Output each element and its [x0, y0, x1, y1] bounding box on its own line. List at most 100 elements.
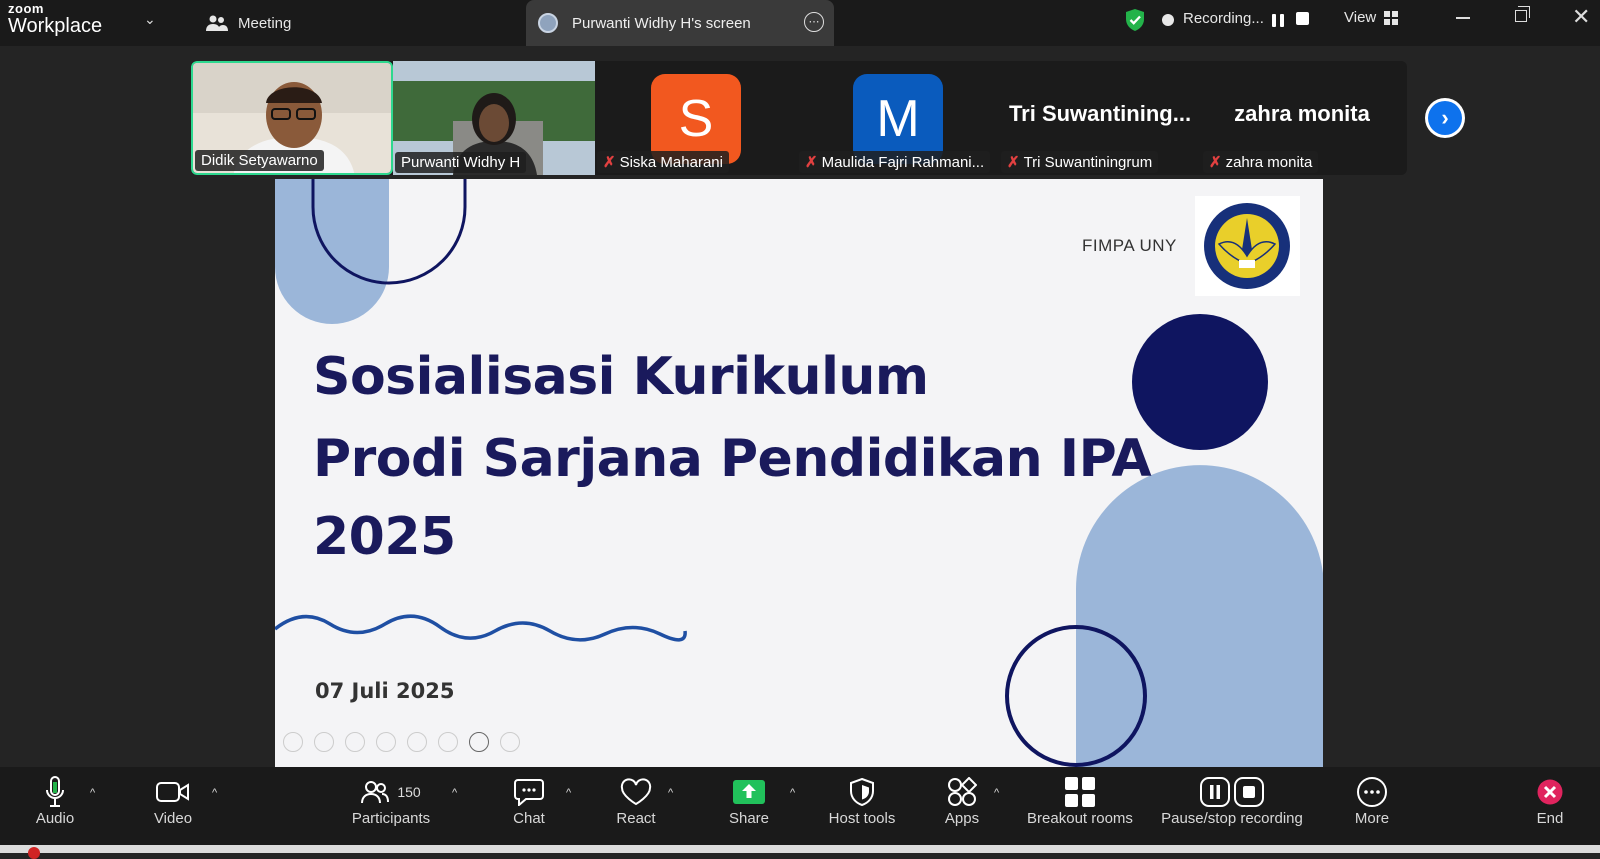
grid-view-icon: [1384, 10, 1399, 25]
close-window-icon[interactable]: ✕: [1572, 4, 1590, 30]
slideshow-controls: [283, 732, 520, 752]
participants-options-caret-icon[interactable]: ^: [452, 787, 457, 799]
taskbar-edge: [0, 845, 1600, 859]
shared-slide: FIMPA UNY Sosialisasi Kurikulum Prodi Sa…: [275, 179, 1323, 767]
apps-icon: [948, 777, 977, 806]
more-icon: [1357, 777, 1387, 807]
participant-tile[interactable]: Tri Suwantining... ✗ Tri Suwantiningrum: [999, 61, 1201, 175]
mic-muted-icon: ✗: [805, 154, 818, 171]
zoom-workplace-logo[interactable]: zoom Workplace: [8, 2, 102, 36]
shared-screen-tab-label: Purwanti Widhy H's screen: [572, 14, 751, 32]
participant-name: Didik Setyawarno: [195, 150, 324, 171]
microphone-icon: [46, 776, 64, 807]
participants-icon: [361, 781, 390, 804]
shield-icon: [850, 778, 874, 806]
chevron-down-icon[interactable]: ⌄: [144, 11, 156, 28]
participant-tile[interactable]: M ✗ Maulida Fajri Rahmani...: [797, 61, 999, 175]
breakout-rooms-button[interactable]: Breakout rooms: [1024, 775, 1136, 827]
restore-window-icon[interactable]: [1515, 6, 1530, 22]
chat-options-caret-icon[interactable]: ^: [566, 787, 571, 799]
recording-indicator-icon: [1162, 14, 1174, 26]
end-call-icon: [1537, 779, 1563, 805]
next-participants-button[interactable]: ›: [1425, 98, 1465, 138]
participant-tile[interactable]: zahra monita ✗ zahra monita: [1201, 61, 1403, 175]
view-button[interactable]: View: [1344, 9, 1399, 26]
taskbar-app-icon: [28, 847, 40, 859]
pause-stop-icon: [1200, 777, 1264, 807]
meeting-tab[interactable]: Meeting: [206, 10, 291, 36]
participant-strip: Didik Setyawarno Purwanti Widhy H S ✗ Sis…: [191, 61, 1407, 175]
more-options-icon[interactable]: ⋯: [804, 12, 824, 32]
host-tools-button[interactable]: Host tools: [824, 775, 900, 827]
university-logo: [1195, 196, 1300, 296]
video-camera-icon: [156, 782, 189, 802]
audio-label: Audio: [35, 810, 75, 827]
chat-button[interactable]: Chat: [507, 775, 551, 827]
video-options-caret-icon[interactable]: ^: [212, 787, 217, 799]
participant-tile[interactable]: S ✗ Siska Maharani: [595, 61, 797, 175]
react-options-caret-icon[interactable]: ^: [668, 787, 673, 799]
meeting-toolbar: Audio ^ Video ^ 150 Participants ^ Chat …: [0, 767, 1600, 845]
chevron-right-icon: ›: [1428, 101, 1462, 135]
zoom-slide-icon[interactable]: [407, 732, 427, 752]
participant-name: Purwanti Widhy H: [395, 152, 527, 173]
react-button[interactable]: React: [614, 775, 658, 827]
participants-label: Participants: [351, 810, 431, 827]
apps-button[interactable]: Apps: [942, 775, 982, 827]
mic-muted-icon: ✗: [1007, 154, 1020, 171]
host-tools-label: Host tools: [828, 810, 896, 827]
slide-title-line1: Sosialisasi Kurikulum: [313, 347, 929, 407]
audio-button[interactable]: Audio: [32, 775, 78, 827]
pen-icon[interactable]: [345, 732, 365, 752]
more-button[interactable]: More: [1352, 775, 1392, 827]
more-label: More: [1354, 810, 1390, 827]
share-button[interactable]: Share: [726, 775, 772, 827]
view-button-label: View: [1344, 9, 1377, 26]
apps-options-caret-icon[interactable]: ^: [994, 787, 999, 799]
slide-date: 07 Juli 2025: [315, 679, 455, 703]
participant-name: ✗ Maulida Fajri Rahmani...: [799, 151, 991, 173]
brand-bottom: Workplace: [8, 15, 103, 37]
end-meeting-button[interactable]: End: [1530, 775, 1570, 827]
slide-title-line2: Prodi Sarjana Pendidikan IPA: [313, 429, 1152, 489]
participant-tile[interactable]: Didik Setyawarno: [191, 61, 393, 175]
pause-stop-recording-label: Pause/stop recording: [1161, 810, 1303, 827]
video-button[interactable]: Video: [150, 775, 196, 827]
audio-options-caret-icon[interactable]: ^: [90, 787, 95, 799]
share-options-caret-icon[interactable]: ^: [790, 787, 795, 799]
participant-tile[interactable]: Purwanti Widhy H: [393, 61, 595, 175]
university-seal-icon: [1204, 203, 1290, 289]
camera-icon[interactable]: [469, 732, 489, 752]
breakout-rooms-icon: [1065, 777, 1095, 807]
participant-name: ✗ Tri Suwantiningrum: [1001, 151, 1159, 173]
heart-icon: [620, 778, 652, 806]
slides-grid-icon[interactable]: [376, 732, 396, 752]
stop-recording-icon[interactable]: [1296, 12, 1309, 25]
participant-name: ✗ Siska Maharani: [597, 151, 729, 173]
apps-label: Apps: [944, 810, 980, 827]
slide-title-line3: 2025: [313, 507, 456, 567]
sharer-avatar: [538, 13, 558, 33]
video-label: Video: [153, 810, 193, 827]
pause-recording-icon[interactable]: [1268, 10, 1288, 30]
participants-button[interactable]: 150 Participants: [346, 775, 436, 827]
end-label: End: [1536, 810, 1564, 827]
recording-status: Recording...: [1183, 10, 1264, 27]
pause-stop-recording-button[interactable]: Pause/stop recording: [1156, 775, 1308, 827]
next-slide-icon[interactable]: [314, 732, 334, 752]
share-screen-icon: [733, 780, 765, 804]
title-bar: zoom Workplace ⌄ Meeting Purwanti Widhy …: [0, 0, 1600, 46]
breakout-rooms-label: Breakout rooms: [1027, 810, 1133, 827]
more-slide-options-icon[interactable]: [500, 732, 520, 752]
participants-count: 150: [397, 784, 421, 800]
subtitles-icon[interactable]: [438, 732, 458, 752]
participant-display-name: zahra monita: [1234, 101, 1370, 126]
shared-screen-tab[interactable]: Purwanti Widhy H's screen ⋯: [526, 0, 834, 46]
participant-display-name: Tri Suwantining...: [1008, 101, 1192, 126]
mic-muted-icon: ✗: [1209, 154, 1222, 171]
encryption-shield-icon[interactable]: [1124, 8, 1146, 32]
previous-slide-icon[interactable]: [283, 732, 303, 752]
participant-name: ✗ zahra monita: [1203, 151, 1319, 173]
minimize-window-icon[interactable]: [1456, 17, 1470, 19]
meeting-tab-label: Meeting: [238, 14, 292, 32]
